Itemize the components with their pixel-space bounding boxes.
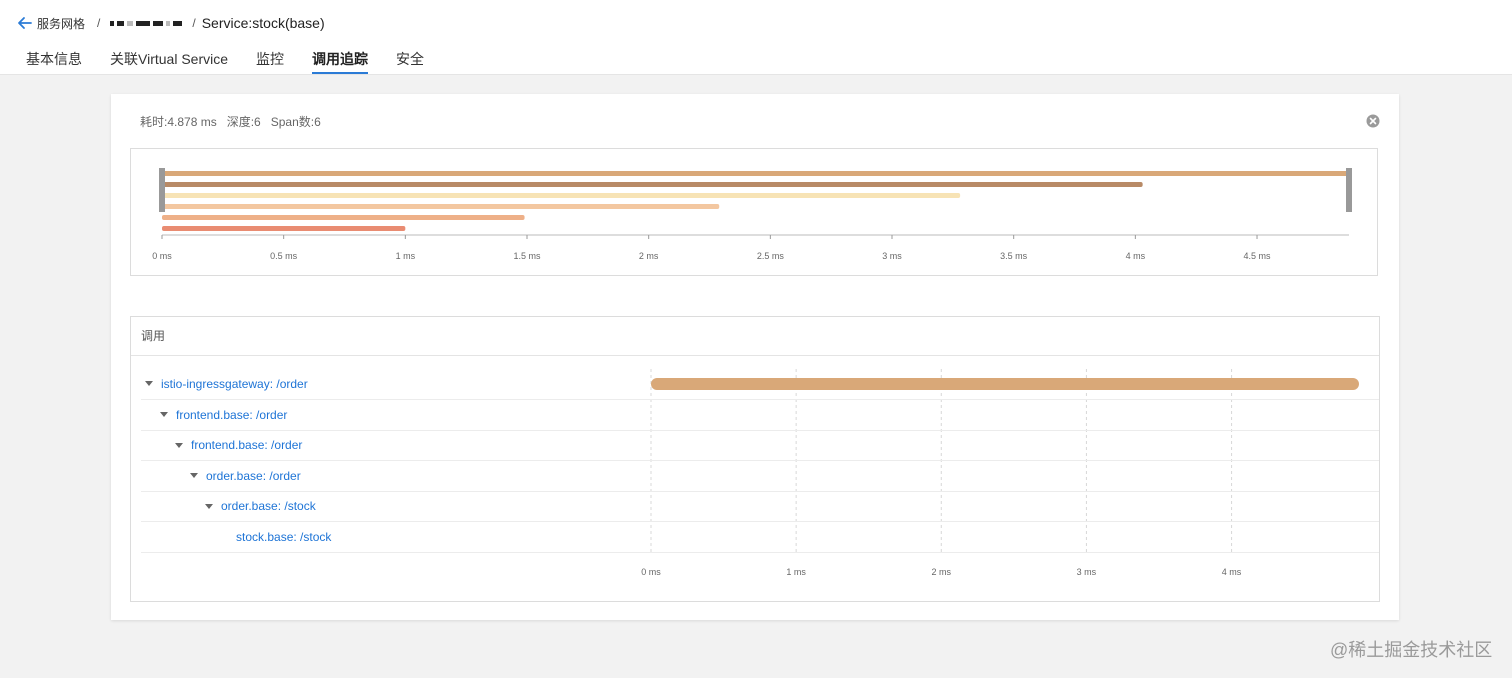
breadcrumb-current: Service:stock(base) <box>201 15 325 31</box>
span-row[interactable]: order.base: /stock <box>141 491 1379 523</box>
breadcrumb-separator: / <box>97 16 101 30</box>
trace-detail-card: 耗时:4.878 ms 深度:6 Span数:6 0 ms 0.5 ms 1 ms 1… <box>111 94 1399 620</box>
tab-security[interactable]: 安全 <box>396 46 424 72</box>
overview-span-bar <box>162 182 1143 187</box>
span-label[interactable]: istio-ingressgateway: /order <box>145 369 308 399</box>
back-arrow-icon[interactable] <box>17 15 33 31</box>
caret-down-icon[interactable] <box>190 473 198 479</box>
overview-tick-label: 0.5 ms <box>270 251 298 261</box>
overview-right-handle <box>1346 168 1352 212</box>
overview-tick-label: 2 ms <box>639 251 659 261</box>
overview-chart: 0 ms 0.5 ms 1 ms 1.5 ms 2 ms 2.5 ms 3 ms 3.5 ms… <box>152 168 1352 261</box>
span-row[interactable]: frontend.base: /order <box>141 430 1379 462</box>
close-icon[interactable] <box>1366 114 1380 128</box>
span-name: frontend.base: /order <box>191 438 303 453</box>
watermark: @稀土掘金技术社区 <box>1330 640 1493 660</box>
overview-tick-label: 1 ms <box>396 251 416 261</box>
span-row[interactable]: stock.base: /stock <box>141 522 1379 553</box>
overview-span-bar <box>162 215 525 220</box>
tab-call-tracing[interactable]: 调用追踪 <box>312 46 369 74</box>
span-label[interactable]: order.base: /stock <box>205 491 316 521</box>
caret-down-icon[interactable] <box>145 381 153 387</box>
timeline-tick-label: 3 ms <box>1077 567 1097 577</box>
span-label[interactable]: frontend.base: /order <box>160 400 287 430</box>
redacted-mesh-name <box>110 20 183 26</box>
timeline-tick-label: 2 ms <box>932 567 952 577</box>
span-row[interactable]: istio-ingressgateway: /order <box>141 369 1379 400</box>
overview-span-bar <box>162 226 406 231</box>
span-row[interactable]: order.base: /order <box>141 461 1379 492</box>
caret-down-icon[interactable] <box>205 503 213 509</box>
trace-overview-minimap: 0 ms 0.5 ms 1 ms 1.5 ms 2 ms 2.5 ms 3 ms 3.5 ms… <box>130 148 1378 276</box>
breadcrumb: 服务网格 / / Service:stock(base) <box>17 13 325 33</box>
calls-panel: 调用 0 ms 1 ms 2 ms 3 ms 4 ms istio-ingressgat… <box>130 316 1380 602</box>
span-name: order.base: /order <box>206 468 301 483</box>
overview-tick-label: 3 ms <box>882 251 902 261</box>
overview-tick-label: 0 ms <box>152 251 172 261</box>
timeline-tick-label: 0 ms <box>641 567 661 577</box>
span-row[interactable]: frontend.base: /order <box>141 400 1379 431</box>
trace-span-count: Span数:6 <box>270 115 321 129</box>
breadcrumb-root[interactable]: 服务网格 <box>37 15 85 32</box>
overview-tick-label: 4.5 ms <box>1244 251 1272 261</box>
tab-bar: 基本信息 关联Virtual Service 监控 调用追踪 安全 <box>12 46 438 74</box>
tab-basic-info[interactable]: 基本信息 <box>26 46 82 72</box>
trace-summary: 耗时:4.878 ms 深度:6 Span数:6 <box>140 113 321 130</box>
overview-tick-label: 4 ms <box>1126 251 1146 261</box>
timeline-tick-label: 1 ms <box>786 567 806 577</box>
tab-monitoring[interactable]: 监控 <box>256 46 284 72</box>
caret-down-icon[interactable] <box>175 442 183 448</box>
overview-span-bar <box>162 171 1349 176</box>
trace-duration: 耗时:4.878 ms <box>140 115 217 129</box>
overview-left-handle <box>159 168 165 212</box>
span-label[interactable]: frontend.base: /order <box>175 430 302 460</box>
overview-span-bar <box>162 204 720 209</box>
tab-virtual-service[interactable]: 关联Virtual Service <box>110 46 228 72</box>
span-name: stock.base: /stock <box>236 530 332 544</box>
breadcrumb-separator: / <box>192 16 196 30</box>
overview-tick-label: 3.5 ms <box>1000 251 1028 261</box>
span-name: frontend.base: /order <box>176 407 288 422</box>
timeline-tick-label: 4 ms <box>1222 567 1242 577</box>
trace-depth: 深度:6 <box>226 115 261 129</box>
span-name: istio-ingressgateway: /order <box>161 377 308 391</box>
overview-tick-label: 2.5 ms <box>757 251 785 261</box>
top-header: 服务网格 / / Service:stock(base) 基本信息 关联Virt… <box>0 0 1512 75</box>
overview-tick-label: 1.5 ms <box>513 251 541 261</box>
overview-span-bar <box>162 193 961 198</box>
span-label[interactable]: order.base: /order <box>190 461 301 491</box>
span-label[interactable]: stock.base: /stock <box>220 522 331 552</box>
caret-down-icon[interactable] <box>160 411 168 417</box>
span-name: order.base: /stock <box>221 499 316 514</box>
